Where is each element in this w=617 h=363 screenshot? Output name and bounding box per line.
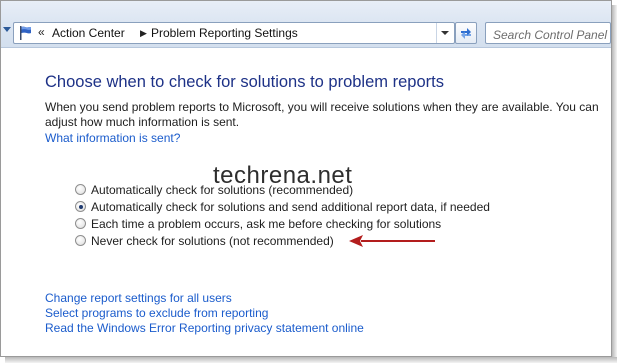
- window-shadow-right: [612, 5, 617, 361]
- address-bar[interactable]: « Action Center ▶ Problem Reporting Sett…: [13, 22, 455, 44]
- option-label[interactable]: Each time a problem occurs, ask me befor…: [91, 217, 441, 231]
- control-panel-flag-icon: [20, 26, 31, 40]
- radio-auto-check[interactable]: [75, 184, 86, 195]
- address-toolbar: « Action Center ▶ Problem Reporting Sett…: [1, 1, 611, 48]
- refresh-icon: [461, 28, 471, 39]
- option-label[interactable]: Automatically check for solutions (recom…: [91, 183, 353, 197]
- page-description: When you send problem reports to Microso…: [45, 100, 599, 129]
- breadcrumb-separator-icon[interactable]: ▶: [140, 28, 147, 39]
- window-shadow-bottom: [5, 357, 617, 363]
- address-dropdown-button[interactable]: [436, 23, 454, 43]
- chevron-down-icon: [441, 31, 449, 35]
- overflow-chevron-icon[interactable]: «: [38, 25, 45, 39]
- radio-never-check[interactable]: [75, 235, 86, 246]
- option-label[interactable]: Automatically check for solutions and se…: [91, 200, 490, 214]
- breadcrumb-action-center[interactable]: Action Center: [52, 26, 125, 40]
- window: « Action Center ▶ Problem Reporting Sett…: [0, 0, 612, 357]
- main-content: Choose when to check for solutions to pr…: [1, 48, 611, 356]
- page-title: Choose when to check for solutions to pr…: [45, 73, 444, 91]
- privacy-statement-link[interactable]: Read the Windows Error Reporting privacy…: [45, 321, 364, 336]
- related-links: Change report settings for all users Sel…: [45, 291, 364, 336]
- search-input[interactable]: [485, 22, 611, 44]
- radio-auto-check-send-data[interactable]: [75, 201, 86, 212]
- breadcrumb-problem-reporting-settings[interactable]: Problem Reporting Settings: [151, 26, 298, 40]
- annotation-arrow-icon: [349, 235, 435, 247]
- refresh-button[interactable]: [455, 22, 477, 44]
- what-information-sent-link[interactable]: What information is sent?: [45, 131, 180, 145]
- change-report-settings-link[interactable]: Change report settings for all users: [45, 291, 364, 306]
- exclude-programs-link[interactable]: Select programs to exclude from reportin…: [45, 306, 364, 321]
- recent-pages-arrow-icon[interactable]: [3, 27, 11, 32]
- option-label[interactable]: Never check for solutions (not recommend…: [91, 234, 334, 248]
- radio-ask-each-time[interactable]: [75, 218, 86, 229]
